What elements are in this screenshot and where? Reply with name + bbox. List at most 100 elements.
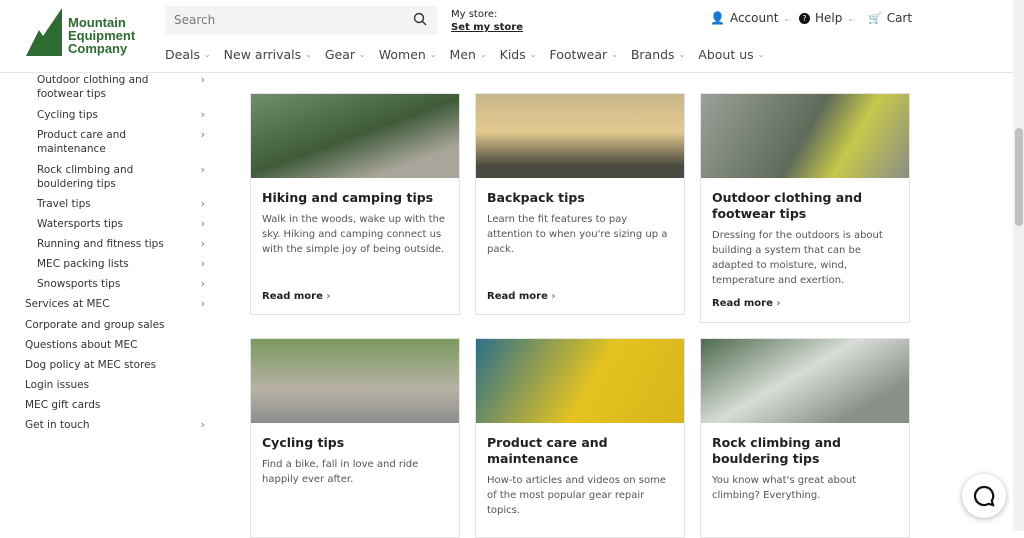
- card-image[interactable]: [476, 339, 684, 423]
- sidebar-item[interactable]: Services at MEC ›: [25, 297, 209, 311]
- chat-icon: [973, 485, 995, 507]
- logo-text[interactable]: Mountain Equipment Company: [68, 16, 135, 55]
- help-menu[interactable]: ? Help ⌄: [799, 11, 854, 25]
- scrollbar-thumb[interactable]: [1015, 128, 1023, 226]
- sidebar-item[interactable]: Corporate and group sales: [25, 318, 209, 332]
- nav-item[interactable]: Brands ⌄: [631, 47, 685, 62]
- search-icon[interactable]: [413, 12, 427, 26]
- article-card[interactable]: Cycling tips Find a bike, fall in love an…: [250, 338, 460, 538]
- article-card[interactable]: Product care and maintenance How-to artic…: [475, 338, 685, 538]
- card-title[interactable]: Hiking and camping tips: [262, 190, 448, 206]
- sidebar-item[interactable]: Login issues: [25, 378, 209, 392]
- chevron-down-icon: ⌄: [479, 50, 487, 59]
- card-image[interactable]: [476, 94, 684, 178]
- card-image[interactable]: [701, 94, 909, 178]
- nav-label: Brands: [630, 47, 675, 62]
- nav-item[interactable]: About us ⌄: [698, 47, 764, 62]
- sidebar-item[interactable]: Questions about MEC: [25, 338, 209, 352]
- read-more-link[interactable]: Read more ›: [487, 291, 555, 302]
- sidebar-item[interactable]: Dog policy at MEC stores: [25, 358, 209, 372]
- read-more-link[interactable]: Read more ›: [262, 291, 330, 302]
- read-more-label: Read more: [262, 291, 323, 302]
- chevron-right-icon: ›: [200, 257, 205, 270]
- nav-item[interactable]: Kids ⌄: [500, 47, 537, 62]
- card-title[interactable]: Backpack tips: [487, 190, 673, 206]
- chevron-right-icon: ›: [200, 108, 205, 121]
- cart-button[interactable]: 🛒 Cart: [868, 11, 912, 25]
- help-icon: ?: [799, 12, 810, 24]
- nav-item[interactable]: Footwear ⌄: [549, 47, 617, 62]
- sidebar-item-label: Running and fitness tips: [37, 238, 164, 250]
- card-title[interactable]: Rock climbing and bouldering tips: [712, 435, 898, 467]
- sidebar-item-label: MEC gift cards: [25, 399, 101, 411]
- chevron-right-icon: ›: [200, 163, 205, 176]
- read-more-link[interactable]: Read more ›: [712, 298, 780, 309]
- nav-item[interactable]: New arrivals ⌄: [224, 47, 312, 62]
- nav-label: Kids: [499, 47, 526, 62]
- card-image[interactable]: [701, 339, 909, 423]
- sidebar-item[interactable]: Running and fitness tips ›: [37, 237, 209, 251]
- chevron-right-icon: ›: [200, 418, 205, 431]
- chevron-right-icon: ›: [200, 277, 205, 290]
- store-label: My store:: [451, 9, 498, 20]
- chevron-right-icon: ›: [200, 197, 205, 210]
- card-description: How-to articles and videos on some of th…: [487, 475, 666, 516]
- sidebar-item[interactable]: MEC gift cards: [25, 398, 209, 412]
- sidebar-item-label: Travel tips: [37, 198, 91, 210]
- sidebar-item-label: Cycling tips: [37, 109, 98, 121]
- nav-label: Deals: [165, 47, 200, 62]
- chevron-down-icon: ⌄: [359, 50, 366, 59]
- sidebar-item[interactable]: Rock climbing and bouldering tips ›: [37, 163, 209, 191]
- cart-label: Cart: [886, 11, 913, 25]
- article-card[interactable]: Backpack tips Learn the fit features to p…: [475, 93, 685, 315]
- chevron-right-icon: ›: [200, 73, 205, 86]
- article-card[interactable]: Rock climbing and bouldering tips You kno…: [700, 338, 910, 538]
- sidebar-item-label: Snowsports tips: [37, 278, 121, 290]
- nav-item[interactable]: Deals ⌄: [165, 47, 211, 62]
- nav-item[interactable]: Men ⌄: [450, 47, 487, 62]
- card-description: Find a bike, fall in love and ride happi…: [262, 459, 419, 485]
- nav-item[interactable]: Women ⌄: [379, 47, 437, 62]
- chevron-right-icon: ›: [200, 128, 205, 141]
- sidebar-item[interactable]: Get in touch ›: [25, 418, 209, 432]
- scrollbar[interactable]: [1013, 0, 1024, 531]
- search-input[interactable]: Search: [165, 6, 437, 35]
- sidebar-item[interactable]: MEC packing lists ›: [37, 257, 209, 271]
- account-menu[interactable]: 👤 Account ⌄: [710, 11, 790, 25]
- card-description: Walk in the woods, wake up with the sky.…: [262, 214, 446, 255]
- sidebar-item-label: Services at MEC: [25, 298, 110, 310]
- card-title[interactable]: Product care and maintenance: [487, 435, 673, 467]
- chevron-right-icon: ›: [551, 291, 556, 302]
- sidebar-item[interactable]: Outdoor clothing and footwear tips ›: [37, 73, 209, 101]
- sidebar-item-label: Login issues: [25, 379, 90, 391]
- card-image[interactable]: [251, 94, 459, 178]
- card-description: Dressing for the outdoors is about build…: [712, 230, 883, 286]
- chevron-down-icon: ⌄: [611, 50, 618, 59]
- nav-label: Men: [449, 47, 476, 62]
- card-image[interactable]: [251, 339, 459, 423]
- search-placeholder: Search: [174, 13, 216, 27]
- help-label: Help: [815, 11, 843, 25]
- sidebar-item[interactable]: Product care and maintenance ›: [37, 128, 209, 156]
- card-title[interactable]: Outdoor clothing and footwear tips: [712, 190, 898, 222]
- chevron-right-icon: ›: [200, 297, 205, 310]
- nav-label: Gear: [324, 47, 356, 62]
- nav-item[interactable]: Gear ⌄: [325, 47, 366, 62]
- chevron-down-icon: ⌄: [203, 50, 211, 59]
- set-my-store-link[interactable]: Set my store: [451, 21, 523, 34]
- sidebar-item[interactable]: Snowsports tips ›: [37, 277, 209, 291]
- sidebar-item-label: Get in touch: [25, 419, 90, 431]
- card-title[interactable]: Cycling tips: [262, 435, 448, 451]
- cart-icon: 🛒: [868, 11, 882, 25]
- article-card[interactable]: Hiking and camping tips Walk in the woods…: [250, 93, 460, 315]
- chat-button[interactable]: [962, 474, 1006, 518]
- article-card[interactable]: Outdoor clothing and footwear tips Dressi…: [700, 93, 910, 323]
- card-description: You know what's great about climbing? Ev…: [712, 475, 857, 501]
- sidebar-item-label: Dog policy at MEC stores: [25, 359, 157, 371]
- nav-label: About us: [698, 47, 754, 62]
- chevron-down-icon: ⌄: [783, 13, 791, 23]
- sidebar-item[interactable]: Cycling tips ›: [37, 108, 209, 122]
- sidebar-item[interactable]: Travel tips ›: [37, 197, 209, 211]
- sidebar-item[interactable]: Watersports tips ›: [37, 217, 209, 231]
- store-selector: My store: Set my store: [451, 8, 523, 34]
